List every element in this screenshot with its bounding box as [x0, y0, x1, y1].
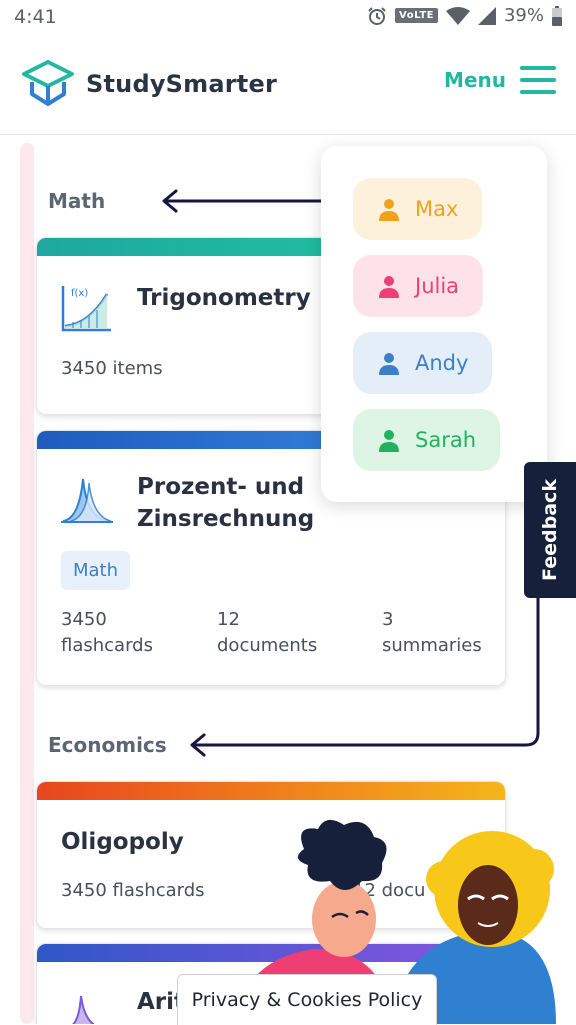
logo-cube-icon: [20, 60, 76, 108]
menu-button[interactable]: Menu: [444, 66, 556, 94]
user-dropdown: Max Julia Andy Sarah: [321, 146, 547, 502]
app-header: StudySmarter Menu: [0, 36, 576, 135]
card-title: Oligopoly: [61, 829, 184, 855]
card-title: Trigonometry: [137, 285, 311, 311]
battery-level: 39%: [503, 5, 544, 26]
user-option-andy[interactable]: Andy: [353, 332, 493, 394]
user-name: Andy: [415, 351, 469, 375]
status-bar: 4:41 VoLTE 39%: [0, 0, 576, 36]
brand-logo[interactable]: StudySmarter: [20, 60, 277, 108]
user-icon: [377, 428, 401, 452]
function-graph-icon: f(x): [59, 284, 113, 334]
user-option-sarah[interactable]: Sarah: [353, 409, 501, 471]
user-icon: [377, 274, 401, 298]
section-label-economics: Economics: [48, 733, 167, 757]
card-title-line1: Prozent- und: [137, 474, 305, 500]
items-label: items: [112, 358, 163, 379]
card-items: 3450 items: [61, 358, 163, 379]
user-name: Sarah: [415, 428, 477, 452]
section-label-math: Math: [48, 189, 106, 213]
brand-name: StudySmarter: [86, 70, 277, 98]
feedback-tab[interactable]: Feedback: [524, 462, 576, 598]
user-name: Max: [415, 197, 459, 221]
wifi-icon: [445, 6, 470, 25]
subject-tag[interactable]: Math: [61, 551, 131, 590]
decorative-strip: [20, 143, 34, 1024]
arrow-left-icon: [162, 189, 330, 213]
card-flashcards: 3450 flashcards: [61, 880, 205, 901]
volte-badge: VoLTE: [395, 8, 438, 23]
card-title-line2: Zinsrechnung: [137, 506, 315, 532]
status-time: 4:41: [14, 6, 57, 28]
bell-curve-icon: [65, 990, 105, 1024]
feedback-label: Feedback: [539, 479, 561, 581]
card-topbar: [37, 782, 505, 800]
user-option-julia[interactable]: Julia: [353, 255, 484, 317]
menu-label: Menu: [444, 68, 506, 92]
status-icons: VoLTE 39%: [367, 5, 562, 26]
user-option-max[interactable]: Max: [353, 178, 483, 240]
svg-text:f(x): f(x): [71, 288, 88, 299]
user-icon: [377, 197, 401, 221]
stat-flashcards: 3450 flashcards: [61, 609, 153, 656]
user-name: Julia: [415, 274, 460, 298]
user-icon: [377, 351, 401, 375]
items-count: 3450: [61, 358, 107, 379]
bell-curve-icon: [61, 475, 113, 525]
hamburger-icon: [520, 66, 556, 94]
battery-icon: [552, 5, 562, 26]
privacy-label: Privacy & Cookies Policy: [191, 989, 423, 1011]
arrow-left-icon: [190, 593, 540, 757]
privacy-cookies-link[interactable]: Privacy & Cookies Policy: [177, 974, 437, 1025]
alarm-icon: [367, 6, 387, 26]
card-title: Prozent- und Zinsrechnung: [137, 471, 314, 535]
signal-icon: [477, 6, 496, 25]
